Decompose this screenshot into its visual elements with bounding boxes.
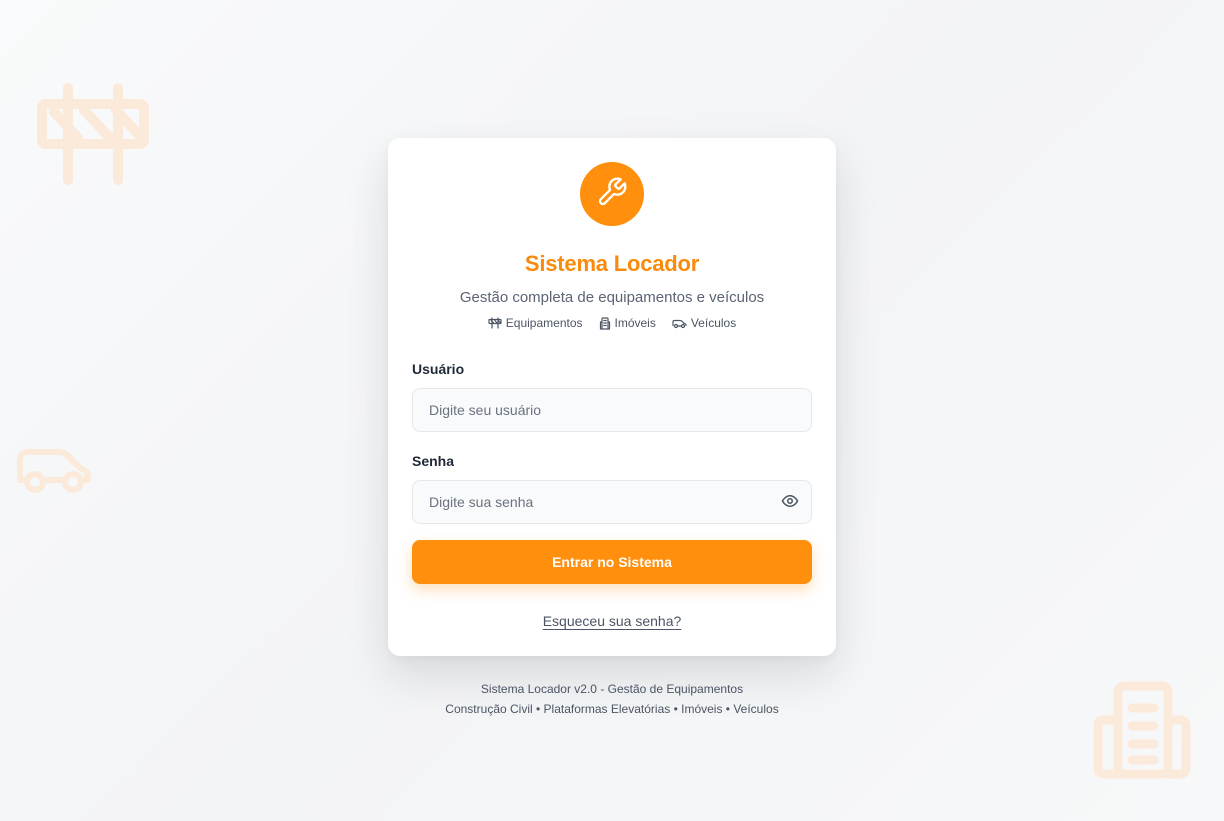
feature-label: Equipamentos	[505, 316, 583, 330]
app-subtitle: Gestão completa de equipamentos e veícul…	[459, 289, 765, 306]
logo-badge	[580, 162, 644, 226]
username-label: Usuário	[412, 361, 465, 377]
barrier-icon	[488, 317, 502, 329]
password-field-wrapper	[412, 480, 812, 524]
feature-list: Equipamentos Imóveis Veículos	[388, 316, 836, 330]
login-card: Sistema Locador Gestão completa de equip…	[388, 138, 836, 656]
app-title: Sistema Locador	[524, 251, 700, 276]
footer-version: Sistema Locador v2.0 - Gestão de Equipam…	[480, 682, 744, 696]
background-car-icon	[14, 440, 94, 498]
forgot-password-link[interactable]: Esqueceu sua senha?	[543, 613, 682, 629]
forgot-password-container: Esqueceu sua senha?	[388, 613, 836, 629]
username-input[interactable]	[413, 389, 811, 431]
wrench-icon	[596, 176, 628, 213]
feature-imoveis: Imóveis	[599, 316, 656, 330]
show-password-toggle[interactable]	[779, 492, 801, 514]
background-barrier-icon	[34, 82, 152, 188]
feature-veiculos: Veículos	[672, 316, 736, 330]
feature-equipamentos: Equipamentos	[488, 316, 583, 330]
feature-label: Imóveis	[614, 316, 656, 330]
username-field-wrapper	[412, 388, 812, 432]
feature-label: Veículos	[690, 316, 737, 330]
password-input[interactable]	[413, 481, 811, 523]
eye-icon	[781, 492, 799, 515]
footer-categories: Construção Civil • Plataformas Elevatóri…	[445, 702, 779, 716]
building-icon	[599, 316, 611, 330]
car-icon	[672, 318, 687, 329]
password-label: Senha	[412, 453, 455, 469]
login-button[interactable]: Entrar no Sistema	[412, 540, 812, 584]
